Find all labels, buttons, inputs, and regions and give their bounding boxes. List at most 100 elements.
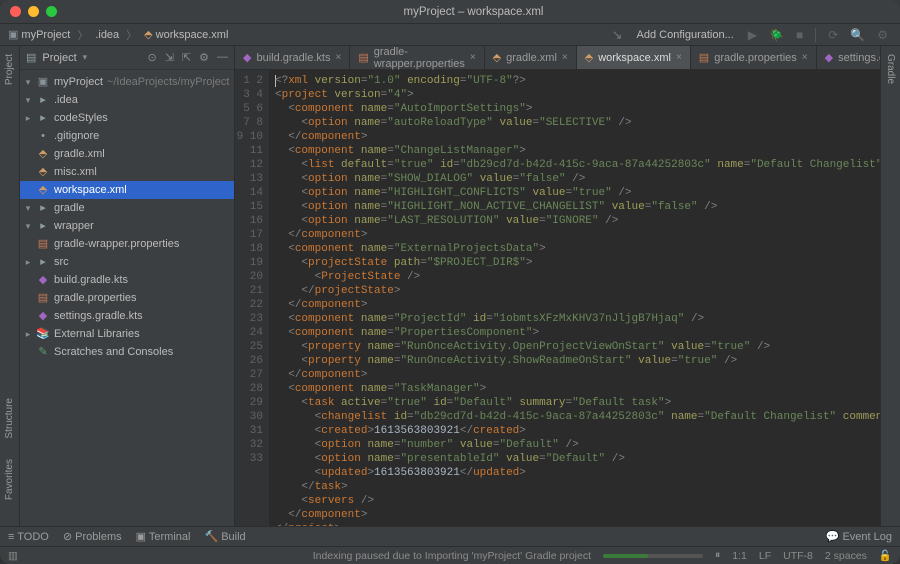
tool-tab-structure[interactable]: Structure [4,398,15,439]
select-open-file-icon[interactable]: ⊙ [147,51,156,64]
tool-tab-todo[interactable]: ≡ TODO [8,531,49,543]
tree-twisty-icon[interactable]: ▸ [24,253,32,271]
tree-item-label: .idea [54,91,78,109]
settings-icon[interactable]: ⚙ [873,28,892,42]
tree-row[interactable]: ▾▸gradle [20,199,234,217]
expand-all-icon[interactable]: ⇲ [165,51,174,64]
project-tool-title[interactable]: Project [42,52,76,64]
progress-pause-icon[interactable]: ⏸ [715,549,720,562]
xml-icon: ⬘ [585,51,593,64]
editor-tab[interactable]: ⬘workspace.xml× [577,46,691,69]
tree-twisty-icon[interactable]: ▸ [24,325,32,343]
tree-row[interactable]: ▤gradle-wrapper.properties [20,235,234,253]
update-icon[interactable]: ⟳ [824,28,842,42]
tree-item-label: External Libraries [54,325,140,343]
tree-row[interactable]: ▾▸.idea [20,91,234,109]
code-content[interactable]: <?xml version="1.0" encoding="UTF-8"?> <… [269,70,880,526]
breadcrumb-folder[interactable]: .idea [95,29,119,41]
tab-label: gradle.xml [506,52,557,64]
run-icon[interactable]: ▶ [744,28,761,42]
close-window-button[interactable] [10,6,21,17]
tree-item-label: src [54,253,69,271]
left-gutter: Project Structure Favorites [0,46,20,526]
tree-row[interactable]: ◆settings.gradle.kts [20,307,234,325]
tree-item-label: .gitignore [54,127,99,145]
xml-icon: ⬘ [493,51,501,64]
lock-icon[interactable]: 🔓 [879,549,892,562]
status-bar-icon[interactable]: ▥ [8,550,18,562]
tree-row[interactable]: ▸▸codeStyles [20,109,234,127]
prop-icon: ▤ [36,289,50,307]
tree-item-label: build.gradle.kts [54,271,128,289]
stop-icon[interactable]: ■ [792,28,807,42]
tree-row[interactable]: ✎Scratches and Consoles [20,343,234,361]
tree-item-hint: ~/IdeaProjects/myProject [107,73,230,91]
tree-twisty-icon[interactable]: ▾ [24,199,32,217]
line-ending[interactable]: LF [759,550,771,562]
tool-tab-build[interactable]: 🔨 Build [204,530,245,543]
tree-twisty-icon[interactable]: ▸ [24,109,32,127]
tool-tab-terminal[interactable]: ▣ Terminal [136,530,191,543]
editor[interactable]: 1 2 3 4 5 6 7 8 9 10 11 12 13 14 15 16 1… [235,70,880,526]
kts-icon: ◆ [36,307,50,325]
folder-icon: ▤ [26,51,36,64]
tree-row[interactable]: ▾▸wrapper [20,217,234,235]
indexing-progress [603,554,703,558]
caret-position[interactable]: 1:1 [732,550,747,562]
editor-tab[interactable]: ▤ gradle-wrapper.properties × [350,46,484,69]
tree-row[interactable]: ⬘workspace.xml [20,181,234,199]
build-hammer-icon[interactable]: ↘ [608,27,627,43]
project-tree[interactable]: ▾▣myProject ~/IdeaProjects/myProject▾▸.i… [20,70,234,364]
gear-icon[interactable]: ⚙ [199,51,209,64]
tab-label: gradle-wrapper.properties [374,46,465,70]
project-tool-header: ▤ Project ▾ ⊙ ⇲ ⇱ ⚙ — [20,46,234,70]
tree-row[interactable]: ⬘misc.xml [20,163,234,181]
tree-row[interactable]: ◆build.gradle.kts [20,271,234,289]
breadcrumb-sep: 〉 [123,27,140,43]
lib-icon: 📚 [36,325,50,343]
tree-twisty-icon[interactable]: ▾ [24,91,32,109]
tree-row[interactable]: ⬘gradle.xml [20,145,234,163]
kts-icon: ◆ [825,51,833,64]
tool-tab-gradle[interactable]: Gradle [885,54,896,84]
hide-icon[interactable]: — [217,51,228,64]
zoom-window-button[interactable] [46,6,57,17]
tab-label: gradle.properties [714,52,797,64]
minimize-window-button[interactable] [28,6,39,17]
close-tab-icon[interactable]: × [470,52,476,63]
editor-area: ◆build.gradle.kts× ▤ gradle-wrapper.proper… [235,46,880,526]
tree-item-label: gradle.xml [54,145,105,163]
breadcrumb-file[interactable]: ⬘ workspace.xml [144,28,228,41]
event-log-button[interactable]: 💬 Event Log [826,530,892,543]
status-bar: ▥ Indexing paused due to Importing 'myPr… [0,546,900,564]
tool-tab-project[interactable]: Project [4,54,15,85]
tool-tab-problems[interactable]: ⊘ Problems [63,530,122,543]
editor-tab[interactable]: ▤gradle.properties× [691,46,817,69]
close-tab-icon[interactable]: × [562,52,568,63]
tree-row[interactable]: ▤gradle.properties [20,289,234,307]
editor-tab[interactable]: ⬘ gradle.xml × [485,46,577,69]
dropdown-icon[interactable]: ▾ [83,52,88,63]
search-icon[interactable]: 🔍 [846,28,869,42]
file-encoding[interactable]: UTF-8 [783,550,813,562]
editor-tab[interactable]: ◆build.gradle.kts× [235,46,350,69]
tree-row[interactable]: ▾▣myProject ~/IdeaProjects/myProject [20,73,234,91]
add-configuration-button[interactable]: Add Configuration... [631,27,740,43]
collapse-all-icon[interactable]: ⇱ [182,51,191,64]
close-tab-icon[interactable]: × [802,52,808,63]
tree-row[interactable]: ▸▸src [20,253,234,271]
tool-tab-favorites[interactable]: Favorites [4,459,15,500]
close-tab-icon[interactable]: × [676,52,682,63]
tree-twisty-icon[interactable]: ▾ [24,217,32,235]
status-message: Indexing paused due to Importing 'myProj… [313,550,591,562]
debug-icon[interactable]: 🪲 [765,28,788,42]
breadcrumb-root[interactable]: ▣ myProject [8,28,70,41]
xml-icon: ⬘ [36,163,50,181]
tree-row[interactable]: ▸📚External Libraries [20,325,234,343]
tree-twisty-icon[interactable]: ▾ [24,73,32,91]
prop-icon: ▤ [358,51,368,64]
bottom-tool-tabs: ≡ TODO ⊘ Problems ▣ Terminal 🔨 Build 💬 E… [0,526,900,546]
tree-row[interactable]: •.gitignore [20,127,234,145]
close-tab-icon[interactable]: × [335,52,341,63]
indent-status[interactable]: 2 spaces [825,550,867,562]
